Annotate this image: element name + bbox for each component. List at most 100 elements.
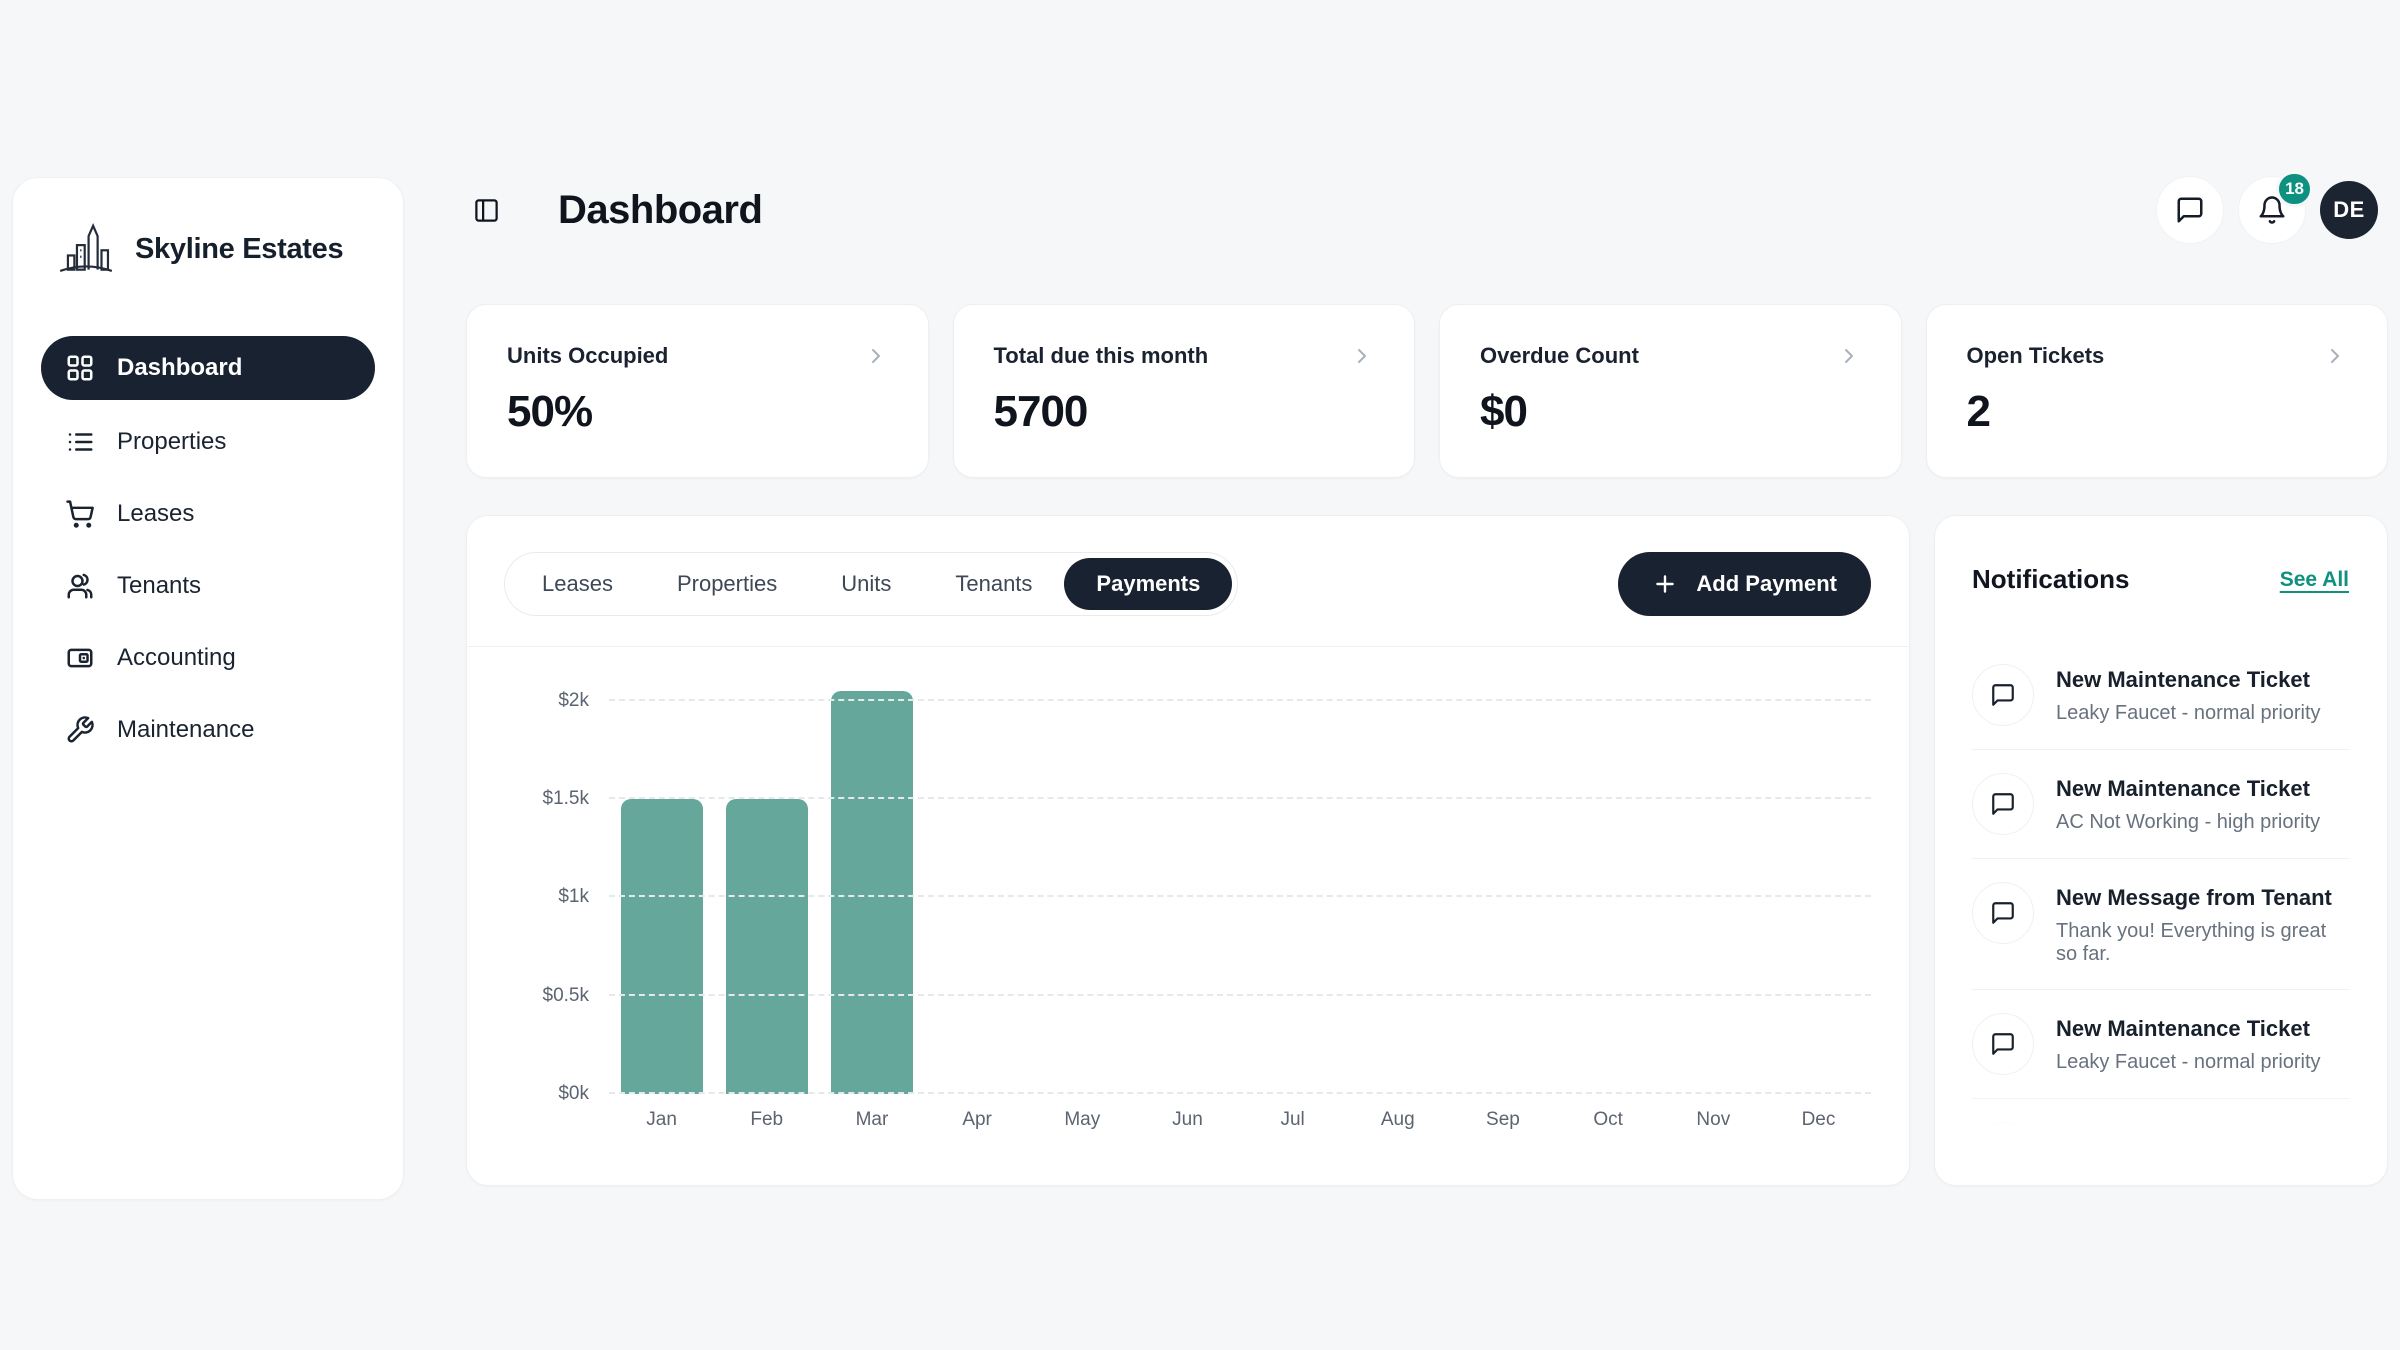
brand-name: Skyline Estates xyxy=(135,233,343,266)
cart-icon xyxy=(65,499,95,529)
stat-card[interactable]: Units Occupied 50% xyxy=(466,304,929,478)
bar-slot-mar xyxy=(819,693,924,1094)
messages-button[interactable] xyxy=(2156,176,2224,244)
sidebar-item-leases[interactable]: Leases xyxy=(41,484,375,544)
sidebar-item-maintenance[interactable]: Maintenance xyxy=(41,700,375,760)
notifications-title: Notifications xyxy=(1972,564,2129,595)
sidebar-item-label: Accounting xyxy=(117,644,236,672)
notifications-list: New Maintenance Ticket Leaky Faucet - no… xyxy=(1972,641,2350,1153)
chat-bubble-icon xyxy=(1990,900,2016,926)
bar-mar[interactable] xyxy=(831,691,913,1094)
tab-payments[interactable]: Payments xyxy=(1064,558,1232,610)
stat-card-top: Units Occupied xyxy=(507,343,888,369)
chart-y-axis: $0k$0.5k$1k$1.5k$2k xyxy=(467,693,601,1094)
tab-units[interactable]: Units xyxy=(809,558,923,610)
chart-plot-area xyxy=(609,693,1871,1094)
x-tick-label: Feb xyxy=(714,1109,819,1131)
tab-group: LeasesPropertiesUnitsTenantsPayments xyxy=(504,552,1238,616)
x-tick-label: Nov xyxy=(1661,1109,1766,1131)
y-tick-label: $0k xyxy=(558,1083,589,1105)
notification-title: New Maintenance Ticket xyxy=(2056,664,2321,693)
bar-slot-jun xyxy=(1135,693,1240,1094)
bar-slot-oct xyxy=(1556,693,1661,1094)
notification-icon-circle xyxy=(1972,773,2034,835)
notification-item[interactable]: New Message from Tenant Thank you! Every… xyxy=(1972,859,2350,990)
tab-leases[interactable]: Leases xyxy=(510,558,645,610)
x-tick-label: Mar xyxy=(819,1109,924,1131)
brand: Skyline Estates xyxy=(41,218,375,280)
bar-jan[interactable] xyxy=(621,799,703,1094)
chevron-right-icon xyxy=(2323,344,2347,368)
sidebar-item-dashboard[interactable]: Dashboard xyxy=(41,336,375,400)
chart-x-axis: JanFebMarAprMayJunJulAugSepOctNovDec xyxy=(609,1109,1871,1131)
stat-label: Overdue Count xyxy=(1480,343,1639,369)
tab-properties[interactable]: Properties xyxy=(645,558,809,610)
stat-card-top: Total due this month xyxy=(994,343,1375,369)
notification-item[interactable]: New Maintenance Ticket AC Not Working - … xyxy=(1972,750,2350,859)
stat-value: 5700 xyxy=(994,387,1375,437)
x-tick-label: Oct xyxy=(1556,1109,1661,1131)
bar-feb[interactable] xyxy=(726,799,808,1094)
notification-item[interactable]: New Maintenance Ticket Leaky Faucet - no… xyxy=(1972,990,2350,1099)
see-all-link[interactable]: See All xyxy=(2280,568,2349,592)
stat-card[interactable]: Overdue Count $0 xyxy=(1439,304,1902,478)
notification-title: New Maintenance Ticket xyxy=(2056,1013,2321,1042)
stat-card-top: Open Tickets xyxy=(1967,343,2348,369)
bar-slot-dec xyxy=(1766,693,1871,1094)
avatar[interactable]: DE xyxy=(2320,181,2378,239)
sidebar-toggle-button[interactable] xyxy=(466,190,506,230)
bar-slot-jan xyxy=(609,693,714,1094)
notifications-button[interactable]: 18 xyxy=(2238,176,2306,244)
chat-bubble-icon xyxy=(2175,195,2205,225)
stat-card[interactable]: Total due this month 5700 xyxy=(953,304,1416,478)
y-tick-label: $0.5k xyxy=(543,985,589,1007)
gridline xyxy=(609,994,1871,996)
chevron-right-icon xyxy=(1837,344,1861,368)
chat-bubble-icon xyxy=(1990,791,2016,817)
tab-tenants[interactable]: Tenants xyxy=(923,558,1064,610)
gridline xyxy=(609,699,1871,701)
gridline xyxy=(609,895,1871,897)
stat-label: Total due this month xyxy=(994,343,1209,369)
panel-left-icon xyxy=(473,197,500,224)
dashboard-page: Skyline Estates DashboardPropertiesLease… xyxy=(0,0,2400,1350)
notification-icon-circle xyxy=(1972,1013,2034,1075)
notification-text: New Maintenance Ticket Leaky Faucet - no… xyxy=(2056,1013,2321,1075)
bar-slot-feb xyxy=(714,693,819,1094)
x-tick-label: Jul xyxy=(1240,1109,1345,1131)
notification-subtitle: Thank you! Everything is great so far. xyxy=(2056,920,2350,966)
bar-slot-nov xyxy=(1661,693,1766,1094)
stat-card[interactable]: Open Tickets 2 xyxy=(1926,304,2389,478)
gridline xyxy=(609,797,1871,799)
users-icon xyxy=(65,571,95,601)
page-title: Dashboard xyxy=(558,188,762,233)
notification-icon-circle xyxy=(1972,882,2034,944)
add-payment-button[interactable]: Add Payment xyxy=(1618,552,1871,616)
notification-icon-circle xyxy=(1972,664,2034,726)
sidebar-item-properties[interactable]: Properties xyxy=(41,412,375,472)
list-icon xyxy=(65,427,95,457)
notification-item[interactable]: New Maintenance Ticket Leaky Faucet - no… xyxy=(1972,641,2350,750)
x-tick-label: Dec xyxy=(1766,1109,1871,1131)
stat-label: Open Tickets xyxy=(1967,343,2105,369)
x-tick-label: May xyxy=(1030,1109,1135,1131)
payments-panel: LeasesPropertiesUnitsTenantsPayments Add… xyxy=(466,515,1910,1186)
bar-slot-sep xyxy=(1450,693,1555,1094)
y-tick-label: $1.5k xyxy=(543,788,589,810)
notification-title: New Maintenance Ticket xyxy=(2056,773,2320,802)
chevron-right-icon xyxy=(1350,344,1374,368)
notification-text: New Maintenance Ticket AC Not Working - … xyxy=(2056,773,2320,835)
sidebar: Skyline Estates Dashboard Properties Lease… xyxy=(12,177,404,1200)
sidebar-item-label: Tenants xyxy=(117,572,201,600)
stat-value: 2 xyxy=(1967,387,2348,437)
notification-title: New Message from Tenant xyxy=(2056,882,2350,911)
x-tick-label: Jun xyxy=(1135,1109,1240,1131)
stat-cards-row: Units Occupied 50% Total due this month … xyxy=(466,304,2388,478)
gridline xyxy=(609,1092,1871,1094)
notifications-panel: Notifications See All New Maintenance Ti… xyxy=(1934,515,2388,1186)
sidebar-item-tenants[interactable]: Tenants xyxy=(41,556,375,616)
sidebar-item-label: Properties xyxy=(117,428,226,456)
chat-bubble-icon xyxy=(1990,682,2016,708)
sidebar-item-accounting[interactable]: Accounting xyxy=(41,628,375,688)
notification-text: New Maintenance Ticket Leaky Faucet - no… xyxy=(2056,664,2321,726)
